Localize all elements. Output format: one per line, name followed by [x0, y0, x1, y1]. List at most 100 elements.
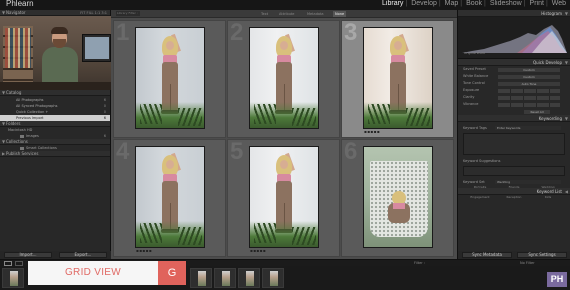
- quick-develop-header[interactable]: Quick Develop ▼: [458, 59, 570, 66]
- tutorial-caption-title: GRID VIEW: [64, 267, 122, 278]
- sync-metadata-button[interactable]: Sync Metadata: [462, 252, 512, 258]
- cell-index: 6: [344, 138, 358, 165]
- keyboard-shortcut-badge: G: [158, 261, 186, 285]
- module-library[interactable]: Library: [381, 0, 404, 7]
- tone-control-row: Tone Control Auto Tone: [458, 80, 570, 87]
- catalog-list: All Photographs 6 All Synced Photographs 0…: [0, 96, 110, 121]
- filter-metadata[interactable]: Metadata: [307, 11, 324, 17]
- photo-thumbnail[interactable]: [135, 27, 205, 129]
- star-rating[interactable]: ▪▪▪▪▪: [136, 248, 152, 253]
- keyword-set-row: Keyword Set Wedding: [463, 179, 565, 185]
- original-photo-label[interactable]: Original Photo: [464, 51, 485, 55]
- grid-cell[interactable]: 4 ▪▪▪▪▪: [113, 138, 226, 257]
- module-book[interactable]: Book: [465, 0, 483, 7]
- filter-attribute[interactable]: Attribute: [279, 11, 294, 17]
- exposure-row: Exposure: [458, 87, 570, 94]
- collapse-triangle-icon: ◀: [564, 189, 568, 194]
- grid-cell[interactable]: 5 ▪▪▪▪▪: [227, 138, 340, 257]
- keyword-set-select[interactable]: Wedding: [495, 180, 561, 184]
- catalog-title: Catalog: [6, 90, 22, 95]
- keyword-set-item[interactable]: Reception: [497, 195, 531, 200]
- clarity-stepper[interactable]: [498, 96, 560, 100]
- module-web[interactable]: Web: [551, 0, 567, 7]
- quick-develop-title: Quick Develop: [532, 60, 562, 65]
- filmstrip-thumb[interactable]: [2, 268, 24, 288]
- grid-cell[interactable]: 2: [227, 19, 340, 138]
- cell-index: 1: [116, 19, 130, 46]
- star-rating[interactable]: ▪▪▪▪▪: [364, 129, 380, 134]
- collapse-triangle-icon: ▼: [564, 116, 568, 121]
- filmstrip-thumb[interactable]: [238, 268, 260, 288]
- module-print[interactable]: Print: [529, 0, 545, 7]
- module-picker: Library | Develop | Map | Book | Slideshow | …: [381, 0, 567, 7]
- monitor: [82, 34, 111, 62]
- publish-services-header[interactable]: ▶ Publish Services: [0, 151, 110, 157]
- vibrance-row: Vibrance: [458, 101, 570, 108]
- star-rating[interactable]: ▪▪▪▪▪: [250, 248, 266, 253]
- photo-thumbnail[interactable]: [135, 146, 205, 248]
- clarity-row: Clarity: [458, 94, 570, 101]
- vibrance-stepper[interactable]: [498, 103, 560, 107]
- collapse-triangle-icon: ▶: [2, 151, 6, 156]
- filmstrip-thumb[interactable]: [262, 268, 284, 288]
- reset-all-button[interactable]: Reset All: [524, 110, 550, 114]
- filmstrip-thumb[interactable]: [214, 268, 236, 288]
- collapse-triangle-icon: ▼: [2, 90, 6, 95]
- keyword-set-item[interactable]: Kids: [531, 195, 565, 200]
- grid-cell[interactable]: 1: [113, 19, 226, 138]
- sync-settings-button[interactable]: Sync Settings: [517, 252, 567, 258]
- histogram-graph: [462, 25, 567, 53]
- keyword-tags-select[interactable]: Enter Keywords: [495, 126, 561, 130]
- right-panel: Histogram ▼ Original Photo Quick Develop…: [457, 10, 570, 259]
- auto-tone-button[interactable]: Auto Tone: [498, 82, 560, 86]
- folders-title: Folders: [6, 121, 21, 126]
- right-panel-buttons: Sync Metadata Sync Settings: [458, 251, 570, 259]
- import-button[interactable]: Import...: [4, 252, 52, 258]
- module-slideshow[interactable]: Slideshow: [489, 0, 523, 7]
- publish-services-title: Publish Services: [6, 151, 39, 156]
- keyword-list-title: Keyword List: [536, 189, 562, 194]
- export-button[interactable]: Export...: [59, 252, 107, 258]
- white-balance-row: White Balance Custom: [458, 73, 570, 80]
- folder-icon: [20, 134, 24, 138]
- keyword-suggestions-box: [463, 166, 565, 176]
- brand-name: Phlearn: [6, 0, 34, 8]
- photo-thumbnail[interactable]: [249, 27, 319, 129]
- library-filter-bar: Library Filter : Text Attribute Metadata…: [111, 10, 457, 18]
- tutorial-caption-banner: GRID VIEW: [28, 261, 158, 285]
- reset-row: Reset All: [458, 108, 570, 115]
- photo-thumbnail[interactable]: [363, 27, 433, 129]
- filter-text[interactable]: Text: [261, 11, 268, 17]
- photo-thumbnail[interactable]: [249, 146, 319, 248]
- cell-index: 4: [116, 138, 130, 165]
- filmstrip-thumb[interactable]: [190, 268, 212, 288]
- module-develop[interactable]: Develop: [410, 0, 438, 7]
- grid-cell[interactable]: 6: [341, 138, 454, 257]
- phlearn-logo: PH: [547, 272, 567, 287]
- keywording-header[interactable]: Keywording ▼: [458, 115, 570, 122]
- histogram-header[interactable]: Histogram ▼: [458, 10, 570, 17]
- collections-title: Collections: [6, 139, 28, 144]
- module-map[interactable]: Map: [444, 0, 460, 7]
- cell-index: 2: [230, 19, 244, 46]
- left-panel-buttons: Import... Export...: [0, 251, 111, 259]
- keyword-set-item[interactable]: Engagement: [463, 195, 497, 200]
- photo-thumbnail[interactable]: [363, 146, 433, 248]
- library-filter-label: Library Filter :: [116, 11, 140, 16]
- catalog-header[interactable]: ▼ Catalog: [0, 90, 110, 96]
- cell-index: 5: [230, 138, 244, 165]
- exposure-stepper[interactable]: [498, 89, 560, 93]
- keyword-entry-box[interactable]: [463, 133, 565, 155]
- histogram: Original Photo: [458, 17, 570, 59]
- grid-cell-selected[interactable]: 3 ▪▪▪▪▪: [341, 19, 454, 138]
- collapse-triangle-icon: ▼: [564, 60, 568, 65]
- keyword-tags-row: Keyword Tags Enter Keywords: [463, 125, 565, 131]
- top-bar: Phlearn Library | Develop | Map | Book | Sli…: [0, 0, 570, 10]
- white-balance-select[interactable]: Custom: [498, 75, 560, 79]
- filter-none[interactable]: None: [333, 11, 347, 17]
- cell-index: 3: [344, 19, 358, 46]
- saved-preset-select[interactable]: Custom: [498, 68, 560, 72]
- presenter: [42, 27, 78, 90]
- keywording-title: Keywording: [538, 116, 562, 121]
- keyword-list-header[interactable]: Keyword List ◀: [458, 188, 570, 195]
